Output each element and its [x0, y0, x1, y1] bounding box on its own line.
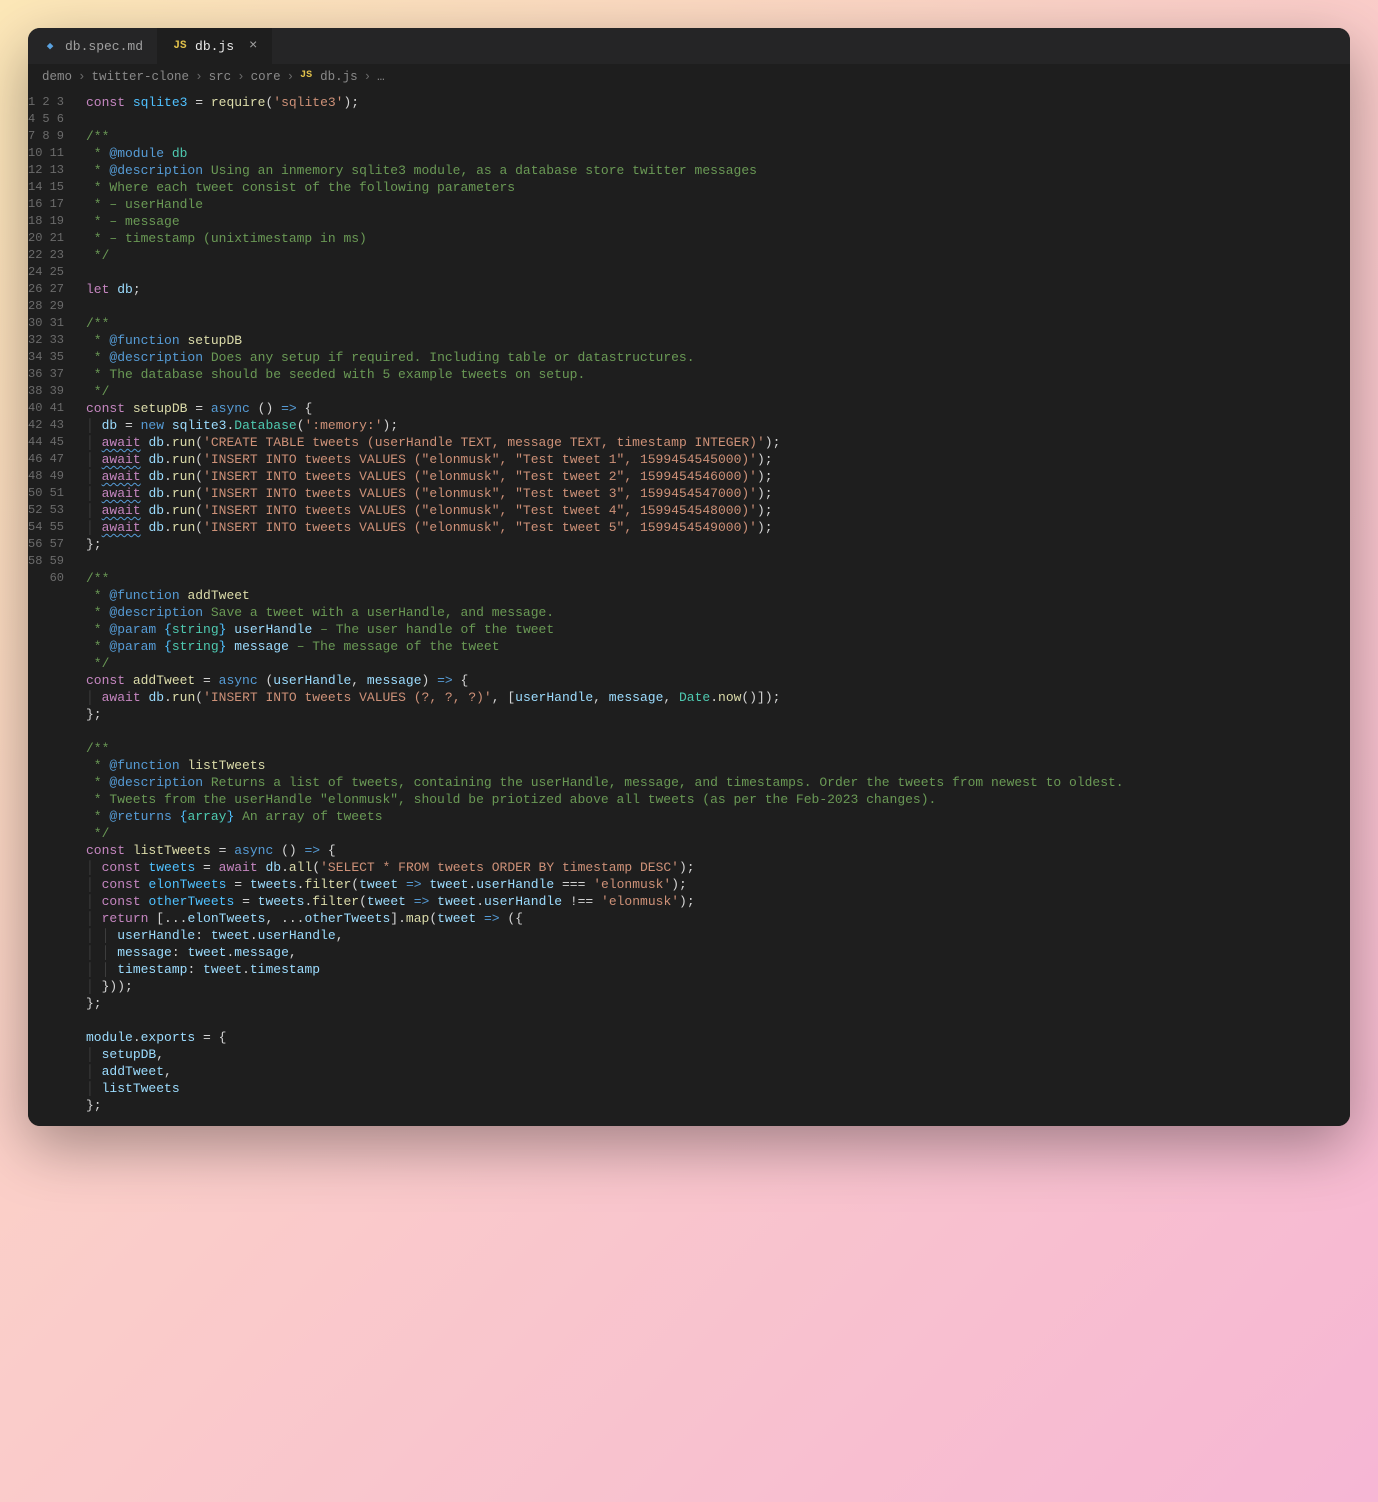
crumb-segment[interactable]: demo: [42, 70, 72, 84]
crumb-segment[interactable]: core: [251, 70, 281, 84]
close-icon[interactable]: ×: [249, 39, 257, 53]
tab-db-spec[interactable]: ◆ db.spec.md: [28, 28, 158, 64]
crumb-trail: …: [377, 70, 385, 84]
javascript-icon: JS: [300, 70, 314, 84]
chevron-right-icon: ›: [237, 70, 245, 84]
javascript-icon: JS: [172, 38, 188, 54]
code-content[interactable]: const sqlite3 = require('sqlite3'); /** …: [76, 90, 1350, 1126]
chevron-right-icon: ›: [78, 70, 86, 84]
line-number-gutter: 1 2 3 4 5 6 7 8 9 10 11 12 13 14 15 16 1…: [28, 90, 76, 1126]
tab-bar: ◆ db.spec.md JS db.js ×: [28, 28, 1350, 64]
crumb-segment[interactable]: src: [209, 70, 232, 84]
markdown-icon: ◆: [42, 38, 58, 54]
chevron-right-icon: ›: [287, 70, 295, 84]
editor-window: ◆ db.spec.md JS db.js × demo › twitter-c…: [28, 28, 1350, 1126]
breadcrumb[interactable]: demo › twitter-clone › src › core › JS d…: [28, 64, 1350, 90]
chevron-right-icon: ›: [364, 70, 372, 84]
tab-label: db.js: [195, 39, 234, 54]
tab-label: db.spec.md: [65, 39, 143, 54]
crumb-file[interactable]: db.js: [320, 70, 358, 84]
crumb-segment[interactable]: twitter-clone: [92, 70, 190, 84]
chevron-right-icon: ›: [195, 70, 203, 84]
code-editor[interactable]: 1 2 3 4 5 6 7 8 9 10 11 12 13 14 15 16 1…: [28, 90, 1350, 1126]
tab-db-js[interactable]: JS db.js ×: [158, 28, 272, 64]
